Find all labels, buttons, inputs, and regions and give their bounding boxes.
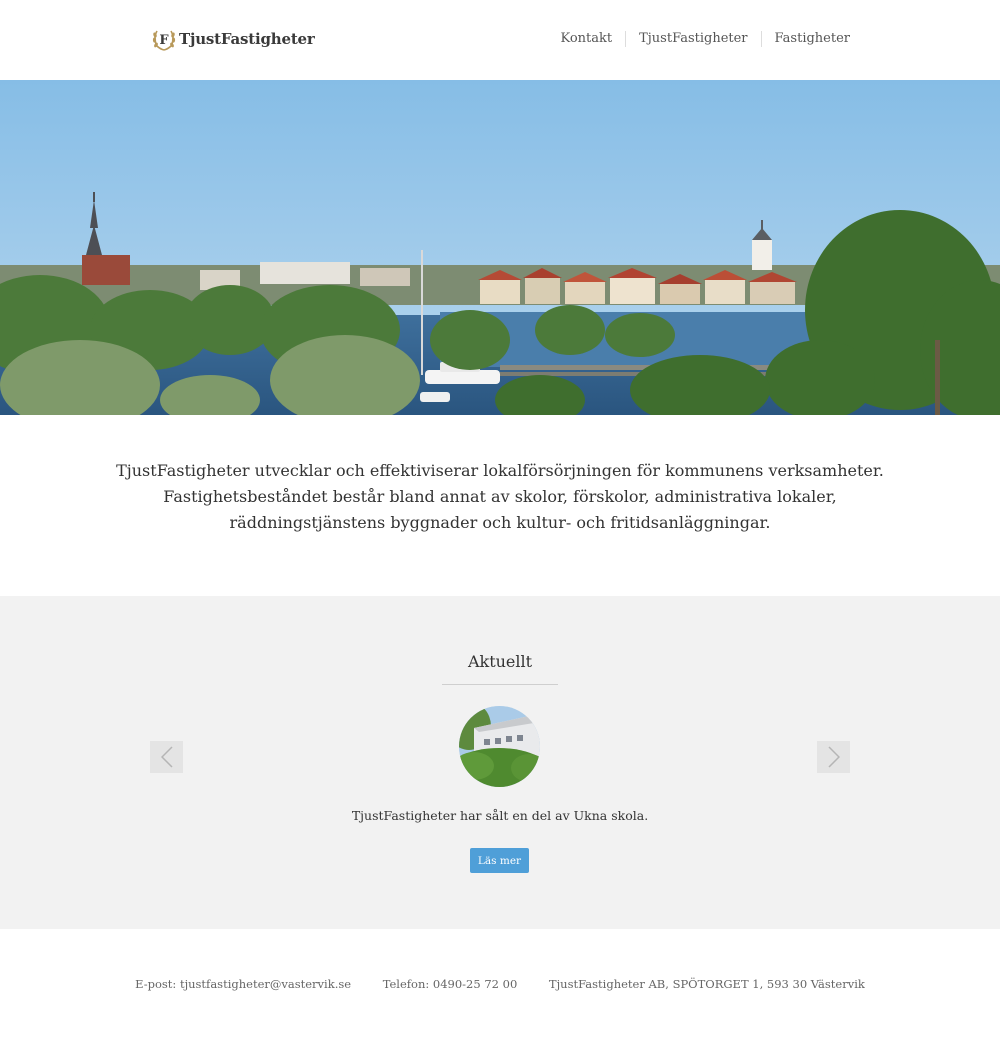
footer-phone[interactable]: Telefon: 0490-25 72 00 — [383, 977, 518, 991]
chevron-left-icon — [160, 746, 173, 768]
nav-tjustfastigheter[interactable]: TjustFastigheter — [626, 30, 760, 48]
site-header: F TjustFastigheter Kontakt TjustFastighe… — [0, 0, 1000, 80]
carousel-next-button[interactable] — [817, 741, 850, 773]
news-title: Aktuellt — [467, 652, 533, 671]
laurel-emblem-icon: F — [150, 25, 178, 53]
intro-line: TjustFastigheter utvecklar och effektivi… — [116, 461, 884, 480]
logo[interactable]: F TjustFastigheter — [150, 24, 315, 54]
chevron-right-icon — [827, 746, 840, 768]
news-item-text: TjustFastigheter har sålt en del av Ukna… — [351, 808, 649, 823]
title-divider — [442, 684, 558, 685]
intro-text: TjustFastigheter utvecklar och effektivi… — [100, 458, 900, 536]
site-footer: E-post: tjustfastigheter@vastervik.se Te… — [0, 977, 1000, 991]
nav-fastigheter[interactable]: Fastigheter — [762, 30, 850, 48]
hero-image — [0, 80, 1000, 415]
news-section: Aktuellt TjustFastigheter har sålt en de… — [0, 596, 1000, 929]
main-nav: Kontakt TjustFastigheter Fastigheter — [547, 30, 850, 48]
intro-line: räddningstjänstens byggnader och kultur-… — [229, 513, 771, 532]
carousel-prev-button[interactable] — [150, 741, 183, 773]
footer-address: TjustFastigheter AB, SPÖTORGET 1, 593 30… — [548, 977, 865, 991]
footer-email[interactable]: E-post: tjustfastigheter@vastervik.se — [135, 977, 351, 991]
read-more-button[interactable]: Läs mer — [470, 848, 529, 873]
intro-line: Fastighetsbeståndet består bland annat a… — [163, 487, 837, 506]
news-thumbnail[interactable] — [459, 706, 540, 787]
logo-text: TjustFastigheter — [179, 30, 315, 48]
nav-kontakt[interactable]: Kontakt — [547, 30, 625, 48]
svg-text:F: F — [159, 33, 169, 48]
